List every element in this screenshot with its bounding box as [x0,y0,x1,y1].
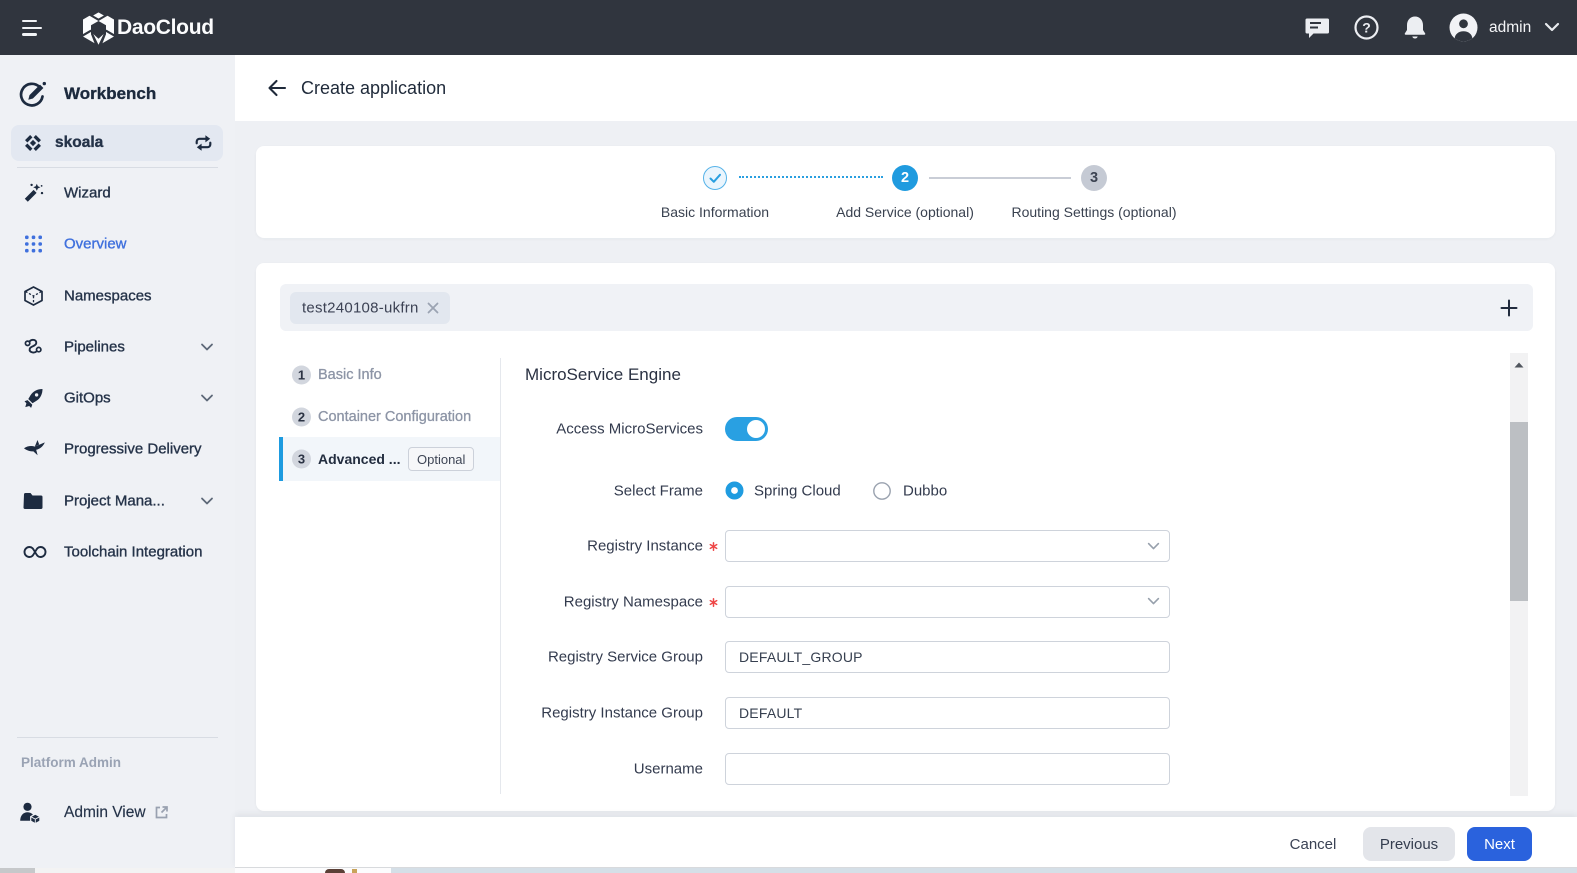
svg-text:?: ? [1362,20,1371,36]
